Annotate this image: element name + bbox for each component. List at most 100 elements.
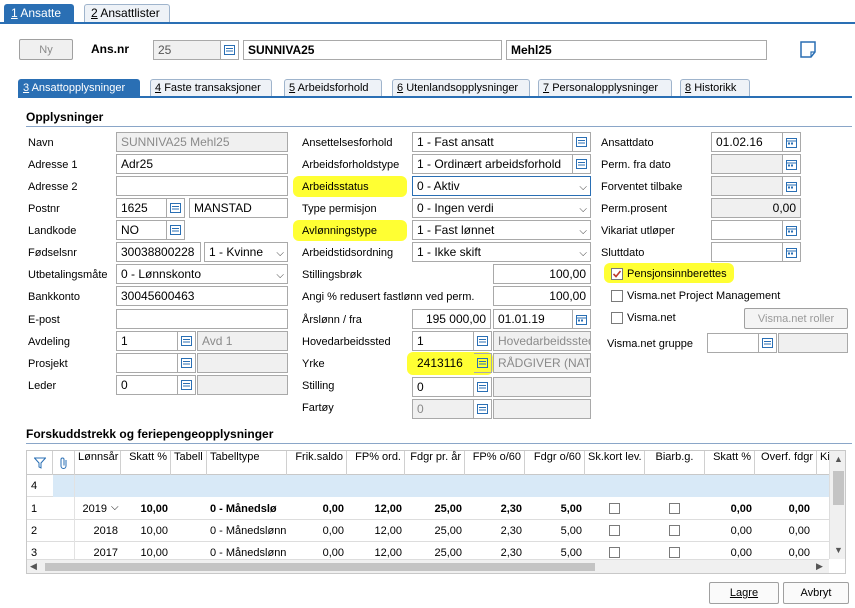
- cell-tabelltype[interactable]: 0 - Månedslø: [207, 498, 287, 520]
- fartoy-lookup-icon[interactable]: [474, 399, 492, 419]
- filter-icon[interactable]: [27, 451, 53, 475]
- cell-skatt2[interactable]: 0,00: [705, 520, 755, 542]
- arbeidsforholdstype-field[interactable]: 1 - Ordinært arbeidsforhold: [412, 154, 573, 174]
- attachment-icon[interactable]: [53, 451, 75, 475]
- firstname-field[interactable]: SUNNIVA25: [243, 40, 502, 60]
- cell-fp-ord[interactable]: 12,00: [347, 520, 405, 542]
- bankkonto-field[interactable]: 30045600463: [116, 286, 288, 306]
- skkort-checkbox[interactable]: [609, 503, 620, 514]
- col-fp-ord[interactable]: FP% ord.: [347, 451, 405, 475]
- cell-tabelltype[interactable]: 0 - Månedslønn: [207, 520, 287, 542]
- scroll-right-icon[interactable]: ▶: [816, 561, 823, 572]
- scroll-left-icon[interactable]: ◀: [30, 561, 37, 572]
- ansettelsesforhold-field[interactable]: 1 - Fast ansatt: [412, 132, 573, 152]
- vn-checkbox[interactable]: [611, 312, 623, 324]
- stilling-field[interactable]: 0: [412, 377, 474, 397]
- cell-skatt[interactable]: 10,00: [121, 498, 171, 520]
- chevron-down-icon[interactable]: ⌵: [111, 502, 119, 513]
- cell-overf-fdgr[interactable]: 0,00: [755, 520, 813, 542]
- ansattdato-field[interactable]: 01.02.16: [711, 132, 783, 152]
- tab-faste-transaksjoner[interactable]: 4 Faste transaksjoner: [150, 79, 272, 97]
- cell-fp-o60[interactable]: 2,30: [465, 520, 525, 542]
- prosjekt-lookup-icon[interactable]: [178, 353, 196, 373]
- skkort-checkbox[interactable]: [609, 547, 620, 558]
- col-biarb[interactable]: Biarb.g.: [645, 451, 705, 475]
- ansnr-field[interactable]: 25: [153, 40, 221, 60]
- cell-skatt2[interactable]: 0,00: [705, 498, 755, 520]
- vngruppe-field[interactable]: [707, 333, 759, 353]
- calendar-icon[interactable]: [573, 309, 591, 329]
- ansettelsesforhold-lookup-icon[interactable]: [573, 132, 591, 152]
- table-row[interactable]: 1 2019 ⌵ 10,00 0 - Månedslø 0,00 12,00 2…: [27, 498, 845, 520]
- cell-friksaldo[interactable]: 0,00: [287, 498, 347, 520]
- fodselsnr-field[interactable]: 30038800228: [116, 242, 201, 262]
- cell-fdgr-o60[interactable]: 5,00: [525, 520, 585, 542]
- postnr-lookup-icon[interactable]: [167, 198, 185, 218]
- avlonningstype-select[interactable]: 1 - Fast lønnet ⌵: [412, 220, 591, 240]
- col-skkort[interactable]: Sk.kort lev.: [585, 451, 645, 475]
- table-row[interactable]: 4: [27, 475, 845, 497]
- arbeidsforholdstype-lookup-icon[interactable]: [573, 154, 591, 174]
- arslonn-fra-field[interactable]: 01.01.19: [493, 309, 573, 329]
- typepermisjon-select[interactable]: 0 - Ingen verdi ⌵: [412, 198, 591, 218]
- tab-ansatte[interactable]: 1 Ansatte: [4, 4, 74, 22]
- lastname-field[interactable]: Mehl25: [506, 40, 767, 60]
- cell-fdgr-ar[interactable]: 25,00: [405, 520, 465, 542]
- save-button[interactable]: Lagre: [709, 582, 779, 604]
- landkode-lookup-icon[interactable]: [167, 220, 185, 240]
- cell-lonnsar[interactable]: 2018: [75, 520, 121, 542]
- col-tabelltype[interactable]: Tabelltype: [207, 451, 287, 475]
- tab-utenlandsopplysninger[interactable]: 6 Utenlandsopplysninger: [392, 79, 530, 97]
- biarb-checkbox[interactable]: [669, 547, 680, 558]
- vnpm-checkbox[interactable]: [611, 290, 623, 302]
- hovedarbeidssted-field[interactable]: 1: [412, 331, 474, 351]
- stillingsbrok-field[interactable]: 100,00: [493, 264, 591, 284]
- epost-field[interactable]: [116, 309, 288, 329]
- scrollbar-thumb[interactable]: [45, 563, 595, 571]
- tab-ansattlister[interactable]: 2 Ansattlister: [84, 4, 170, 22]
- calendar-icon[interactable]: [783, 154, 801, 174]
- biarb-checkbox[interactable]: [669, 503, 680, 514]
- col-friksaldo[interactable]: Frik.saldo: [287, 451, 347, 475]
- skkort-checkbox[interactable]: [609, 525, 620, 536]
- pensjon-checkbox[interactable]: [611, 268, 623, 280]
- ansnr-lookup-icon[interactable]: [221, 40, 239, 60]
- postnr-field[interactable]: 1625: [116, 198, 167, 218]
- col-tabell[interactable]: Tabell: [171, 451, 207, 475]
- col-fdgr-o60[interactable]: Fdgr o/60: [525, 451, 585, 475]
- scroll-up-icon[interactable]: ▲: [834, 454, 843, 464]
- biarb-checkbox[interactable]: [669, 525, 680, 536]
- scrollbar-thumb[interactable]: [833, 471, 844, 505]
- poststed-field[interactable]: MANSTAD: [189, 198, 288, 218]
- col-fdgr-ar[interactable]: Fdgr pr. år: [405, 451, 465, 475]
- sluttdato-field[interactable]: [711, 242, 783, 262]
- col-skatt[interactable]: Skatt %: [121, 451, 171, 475]
- hovedarbeidssted-lookup-icon[interactable]: [474, 331, 492, 351]
- vngruppe-lookup-icon[interactable]: [759, 333, 777, 353]
- cell-overf-fdgr[interactable]: 0,00: [755, 498, 813, 520]
- cell-fp-o60[interactable]: 2,30: [465, 498, 525, 520]
- cancel-button[interactable]: Avbryt: [783, 582, 849, 604]
- new-button[interactable]: Ny: [19, 39, 73, 60]
- landkode-field[interactable]: NO: [116, 220, 167, 240]
- calendar-icon[interactable]: [783, 132, 801, 152]
- stilling-lookup-icon[interactable]: [474, 377, 492, 397]
- tab-ansattopplysninger[interactable]: 3 Ansattopplysninger: [18, 79, 140, 97]
- tab-personalopplysninger[interactable]: 7 Personalopplysninger: [538, 79, 672, 97]
- calendar-icon[interactable]: [783, 242, 801, 262]
- horizontal-scrollbar[interactable]: ◀ ▶: [27, 559, 829, 573]
- kjonn-select[interactable]: 1 - Kvinne ⌵: [204, 242, 288, 262]
- adresse2-field[interactable]: [116, 176, 288, 196]
- tab-arbeidsforhold[interactable]: 5 Arbeidsforhold: [284, 79, 382, 97]
- note-icon[interactable]: [800, 41, 816, 61]
- yrke-lookup-icon[interactable]: [474, 353, 492, 373]
- cell-skatt[interactable]: 10,00: [121, 520, 171, 542]
- col-skatt2[interactable]: Skatt %: [705, 451, 755, 475]
- yrke-field[interactable]: 2413116: [412, 353, 474, 373]
- calendar-icon[interactable]: [783, 220, 801, 240]
- vertical-scrollbar[interactable]: ▲ ▼: [829, 451, 845, 559]
- calendar-icon[interactable]: [783, 176, 801, 196]
- cell-fdgr-ar[interactable]: 25,00: [405, 498, 465, 520]
- utbetaling-select[interactable]: 0 - Lønnskonto ⌵: [116, 264, 288, 284]
- prosjekt-field[interactable]: [116, 353, 178, 373]
